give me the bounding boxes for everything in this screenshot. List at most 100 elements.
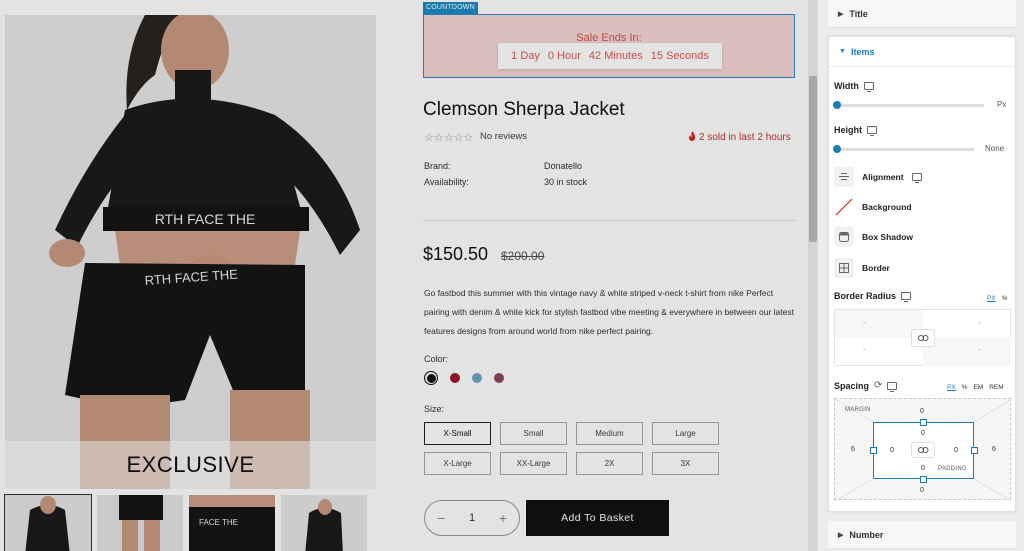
unit-percent[interactable]: % xyxy=(962,384,968,391)
link-values-button[interactable] xyxy=(911,329,935,347)
size-option[interactable]: X-Small xyxy=(424,422,491,445)
thumbnail-2[interactable] xyxy=(97,495,183,551)
padding-top[interactable]: 0 xyxy=(921,430,925,437)
qty-plus-button[interactable]: + xyxy=(499,510,507,526)
color-swatch-3[interactable] xyxy=(472,373,482,383)
desktop-icon[interactable] xyxy=(901,292,912,302)
radius-bottom-right[interactable]: - xyxy=(978,345,981,354)
scrollbar-thumb[interactable] xyxy=(809,76,817,242)
margin-bottom-handle[interactable] xyxy=(920,476,927,483)
countdown-timer: 1 Day 0 Hour 42 Minutes 15 Seconds xyxy=(498,43,722,69)
height-slider-knob[interactable] xyxy=(833,145,841,153)
radius-cell xyxy=(835,310,923,338)
size-option[interactable]: Large xyxy=(652,422,719,445)
box-shadow-control[interactable]: Box Shadow xyxy=(834,227,913,247)
padding-bottom[interactable]: 0 xyxy=(921,465,925,472)
background-control[interactable]: Background xyxy=(834,197,912,217)
radius-top-left[interactable]: - xyxy=(863,318,866,327)
thumbnail-3[interactable]: FACE THE xyxy=(189,495,275,551)
color-swatches xyxy=(424,371,504,385)
product-main-image[interactable]: RTH FACE THE RTH FACE THE EXCLUSIVE xyxy=(5,15,376,489)
unit-px[interactable]: PX xyxy=(947,384,956,391)
old-price: $200.00 xyxy=(501,249,545,263)
padding-box: 0 0 0 0 PADDING xyxy=(873,422,974,479)
color-swatch-4[interactable] xyxy=(494,373,504,383)
radius-bottom-left[interactable]: - xyxy=(863,345,866,354)
height-slider[interactable] xyxy=(833,145,974,153)
width-slider-knob[interactable] xyxy=(833,101,841,109)
size-option[interactable]: XX-Large xyxy=(500,452,567,475)
margin-right[interactable]: 6 xyxy=(992,446,996,453)
refresh-icon[interactable]: ⟳ xyxy=(874,380,882,391)
spacing-control-label: Spacing ⟳ xyxy=(834,380,898,392)
countdown-widget-tag[interactable]: COUNTDOWN xyxy=(423,2,478,14)
radius-top-right[interactable]: - xyxy=(978,318,981,327)
border-radius-control-label: Border Radius xyxy=(834,291,912,302)
size-option[interactable]: 2X xyxy=(576,452,643,475)
width-control-label: Width xyxy=(834,81,874,92)
unit-percent[interactable]: % xyxy=(1002,295,1008,302)
size-option[interactable]: Medium xyxy=(576,422,643,445)
availability-value: 30 in stock xyxy=(544,177,588,187)
unit-em[interactable]: EM xyxy=(973,384,983,391)
thumbnail-4[interactable] xyxy=(281,495,367,551)
width-slider[interactable] xyxy=(833,101,984,109)
section-items-label: Items xyxy=(850,46,875,57)
margin-left[interactable]: 6 xyxy=(851,446,855,453)
reviews-link[interactable]: No reviews xyxy=(480,131,527,142)
thumbnail-strip: FACE THE xyxy=(4,494,376,551)
link-values-button[interactable] xyxy=(911,442,935,458)
margin-left-handle[interactable] xyxy=(870,447,877,454)
desktop-icon[interactable] xyxy=(863,82,874,92)
no-color-icon xyxy=(834,197,854,217)
countdown-days: 1 Day xyxy=(511,50,540,62)
margin-top[interactable]: 0 xyxy=(920,408,924,415)
qty-value[interactable]: 1 xyxy=(469,512,475,524)
model-photo: RTH FACE THE RTH FACE THE xyxy=(5,15,376,489)
box-shadow-label: Box Shadow xyxy=(862,232,914,242)
sold-indicator: 2 sold in last 2 hours xyxy=(688,131,791,143)
box-shadow-icon xyxy=(834,227,854,247)
width-unit[interactable]: Px xyxy=(997,100,1006,109)
alignment-label: Alignment xyxy=(862,172,904,182)
size-option[interactable]: Small xyxy=(500,422,567,445)
padding-right[interactable]: 0 xyxy=(954,447,958,454)
countdown-widget[interactable]: Sale Ends In: 1 Day 0 Hour 42 Minutes 15… xyxy=(423,14,795,78)
size-label: Size: xyxy=(424,404,445,414)
border-control[interactable]: Border xyxy=(834,258,890,278)
add-to-basket-button[interactable]: Add To Basket xyxy=(526,500,669,536)
section-items-header[interactable]: ▼ Items xyxy=(829,37,1015,67)
countdown-seconds: 15 Seconds xyxy=(650,50,709,62)
padding-left[interactable]: 0 xyxy=(890,447,894,454)
margin-top-handle[interactable] xyxy=(920,419,927,426)
border-icon xyxy=(834,258,854,278)
rating-stars[interactable]: ☆☆☆☆☆ xyxy=(424,131,473,144)
section-items: ▼ Items Width Px Height None Alignment B… xyxy=(828,36,1016,512)
size-option[interactable]: 3X xyxy=(652,452,719,475)
border-label: Border xyxy=(862,263,890,273)
height-unit[interactable]: None xyxy=(985,144,1004,153)
alignment-control[interactable]: Alignment xyxy=(834,167,922,187)
product-description: Go fastbod this summer with this vintage… xyxy=(424,288,794,336)
qty-minus-button[interactable]: − xyxy=(437,510,445,526)
thumbnail-1[interactable] xyxy=(4,494,92,551)
section-number-label: Number xyxy=(849,529,884,540)
section-number[interactable]: ▶ Number xyxy=(828,521,1016,549)
desktop-icon[interactable] xyxy=(867,126,877,136)
color-swatch-2[interactable] xyxy=(450,373,460,383)
unit-rem[interactable]: REM xyxy=(989,384,1003,391)
margin-right-handle[interactable] xyxy=(971,447,978,454)
desktop-icon[interactable] xyxy=(911,173,922,183)
unit-px[interactable]: PX xyxy=(987,295,996,302)
background-label: Background xyxy=(862,202,912,212)
caret-down-icon: ▼ xyxy=(839,48,846,55)
brand-value[interactable]: Donatello xyxy=(544,161,582,171)
svg-text:FACE THE: FACE THE xyxy=(199,518,238,527)
margin-bottom[interactable]: 0 xyxy=(920,487,924,494)
desktop-icon[interactable] xyxy=(887,381,898,392)
section-title[interactable]: ▶ Title xyxy=(828,0,1016,28)
size-option[interactable]: X-Large xyxy=(424,452,491,475)
svg-text:RTH FACE THE: RTH FACE THE xyxy=(155,211,256,227)
color-swatch-1[interactable] xyxy=(424,371,438,385)
canvas-scrollbar[interactable] xyxy=(808,0,818,551)
